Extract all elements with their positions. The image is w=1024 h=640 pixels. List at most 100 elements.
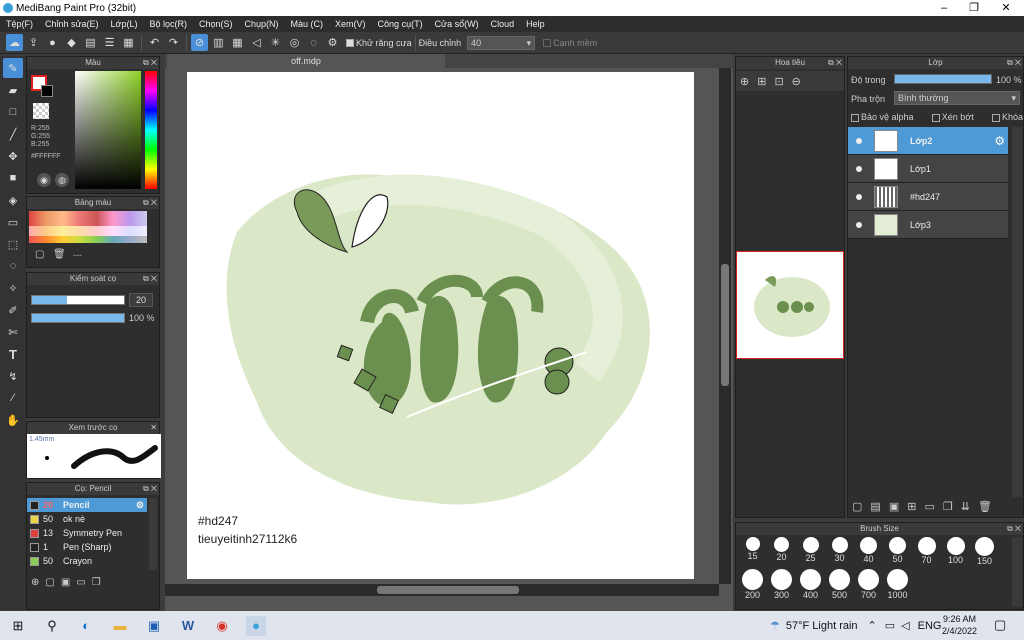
folder-icon[interactable]: ▭ bbox=[924, 501, 942, 513]
new-layer-1bit-icon[interactable]: ▣ bbox=[889, 501, 907, 513]
eye-icon[interactable] bbox=[856, 193, 862, 200]
clock[interactable]: 9:26 AM 2/4/2022 bbox=[942, 613, 977, 637]
folder-icon[interactable]: ▭ bbox=[76, 577, 91, 588]
layer-opacity-slider[interactable] bbox=[894, 74, 992, 84]
size-cell[interactable]: 20 bbox=[767, 537, 796, 565]
gear-icon[interactable]: ⚙ bbox=[136, 500, 144, 511]
list-icon[interactable]: ☰ bbox=[101, 34, 118, 51]
drawing-canvas[interactable]: #hd247 tieuyeitinh27112k6 bbox=[187, 72, 694, 579]
size-cell[interactable]: 700 bbox=[854, 569, 883, 601]
eye-icon[interactable] bbox=[856, 137, 862, 144]
chat-icon[interactable]: ◆ bbox=[63, 34, 80, 51]
canvas-horizontal-scrollbar[interactable] bbox=[165, 584, 719, 596]
layer-item[interactable]: #hd247 bbox=[848, 183, 1008, 211]
size-cell[interactable]: 150 bbox=[970, 537, 999, 566]
merge-layer-icon[interactable]: ⇊ bbox=[961, 501, 978, 513]
undo-icon[interactable]: ↶ bbox=[146, 34, 163, 51]
zoom-out-icon[interactable]: ⊖ bbox=[792, 75, 801, 88]
notification-icon[interactable]: ▢ bbox=[994, 617, 1006, 633]
color-square[interactable] bbox=[75, 71, 141, 189]
menu-help[interactable]: Help bbox=[520, 19, 551, 29]
duplicate-layer-icon[interactable]: ❐ bbox=[943, 501, 961, 513]
minimize-button[interactable]: – bbox=[928, 0, 960, 16]
dropper-tool-icon[interactable]: ⁄ bbox=[3, 388, 23, 408]
brush-settings-icon[interactable]: ▣ bbox=[61, 577, 76, 588]
brush-item[interactable]: 1 Pen (Sharp) bbox=[27, 540, 147, 554]
panel-close-icon[interactable]: ⧉ ✕ bbox=[143, 273, 157, 285]
delete-palette-icon[interactable]: 🗑 bbox=[53, 249, 66, 260]
menu-snap[interactable]: Chụp(N) bbox=[239, 19, 285, 29]
panel-close-icon[interactable]: ⧉ ✕ bbox=[1007, 523, 1021, 535]
snap-perspective-icon[interactable]: ◁ bbox=[248, 34, 265, 51]
layer-item[interactable]: Lớp3 bbox=[848, 211, 1008, 239]
close-button[interactable]: ✕ bbox=[990, 0, 1022, 16]
menu-file[interactable]: Tệp(F) bbox=[0, 19, 39, 29]
new-layer-8bit-icon[interactable]: ▤ bbox=[870, 501, 888, 513]
snap-settings-icon[interactable]: ⚙ bbox=[324, 34, 341, 51]
rect-tool-icon[interactable]: □ bbox=[3, 102, 23, 122]
size-cell[interactable]: 50 bbox=[883, 537, 912, 565]
blend-mode-select[interactable]: Bình thường ▾ bbox=[894, 91, 1020, 105]
menu-tools[interactable]: Công cụ(T) bbox=[372, 19, 429, 29]
file-explorer-icon[interactable]: ▬ bbox=[110, 616, 130, 636]
snap-grid-icon[interactable]: ▦ bbox=[229, 34, 246, 51]
brush-list-scrollbar[interactable] bbox=[149, 498, 157, 570]
eye-icon[interactable] bbox=[856, 165, 862, 172]
move-tool-icon[interactable]: ✥ bbox=[3, 146, 23, 166]
zoom-in-icon[interactable]: ⊕ bbox=[740, 75, 749, 88]
select-eraser-icon[interactable]: ✄ bbox=[3, 322, 23, 342]
size-cell[interactable]: 1000 bbox=[883, 569, 912, 601]
palette-icon[interactable]: ◉ bbox=[37, 173, 51, 187]
add-brush-icon[interactable]: ⊕ bbox=[31, 577, 45, 588]
size-cell[interactable]: 40 bbox=[854, 537, 883, 565]
brush-item[interactable]: 20 Pencil ⚙ bbox=[27, 498, 147, 512]
menu-filter[interactable]: Bộ lọc(R) bbox=[143, 19, 193, 29]
size-cell[interactable]: 500 bbox=[825, 569, 854, 601]
antialias-toggle[interactable]: Khử răng cưa bbox=[346, 38, 412, 48]
panel-close-icon[interactable]: ⧉ ✕ bbox=[143, 197, 157, 209]
new-palette-icon[interactable]: ▢ bbox=[35, 249, 44, 260]
size-cell[interactable]: 15 bbox=[738, 537, 767, 565]
language-indicator[interactable]: ENG bbox=[918, 620, 942, 632]
grid-icon[interactable]: ▦ bbox=[120, 34, 137, 51]
panel-close-icon[interactable]: ⧉ ✕ bbox=[143, 483, 157, 495]
select-pen-icon[interactable]: ✐ bbox=[3, 300, 23, 320]
size-cell[interactable]: 200 bbox=[738, 569, 767, 601]
bucket-tool-icon[interactable]: ◈ bbox=[3, 190, 23, 210]
size-cell[interactable]: 30 bbox=[825, 537, 854, 565]
eye-icon[interactable] bbox=[856, 221, 862, 228]
medibang-app-icon[interactable]: ● bbox=[246, 615, 266, 636]
lock-toggle[interactable]: Khóa bbox=[991, 112, 1023, 122]
protect-alpha-checkbox[interactable] bbox=[851, 113, 859, 122]
hand-tool-icon[interactable]: ✋ bbox=[3, 410, 23, 430]
soft-edge-toggle[interactable]: Cạnh mềm bbox=[543, 38, 597, 48]
background-color[interactable] bbox=[41, 85, 53, 97]
clip-toggle[interactable]: Xén bớt bbox=[931, 112, 974, 122]
fill-rect-icon[interactable]: ■ bbox=[3, 168, 23, 188]
canvas-vertical-scrollbar[interactable] bbox=[719, 68, 731, 584]
hue-slider[interactable] bbox=[145, 71, 157, 189]
brush-tool-icon[interactable]: ✎ bbox=[3, 58, 23, 78]
windows-start-icon[interactable]: ⊞ bbox=[8, 616, 28, 636]
menu-edit[interactable]: Chỉnh sửa(E) bbox=[39, 19, 105, 29]
gear-icon[interactable]: ⚙ bbox=[994, 134, 1005, 148]
zoom-actual-icon[interactable]: ⊡ bbox=[774, 75, 783, 88]
brush-opacity-slider[interactable] bbox=[31, 313, 125, 323]
restore-button[interactable]: ❐ bbox=[958, 0, 990, 16]
eraser-tool-icon[interactable]: ▰ bbox=[3, 80, 23, 100]
layer-scrollbar[interactable] bbox=[1012, 127, 1022, 497]
volume-icon[interactable]: ◁ bbox=[901, 619, 909, 632]
snap-radial-icon[interactable]: ✳ bbox=[267, 34, 284, 51]
search-icon[interactable]: ⚲ bbox=[42, 616, 62, 636]
antialias-checkbox[interactable] bbox=[346, 39, 354, 48]
pen-tool-icon[interactable]: ╱ bbox=[3, 124, 23, 144]
menu-layer[interactable]: Lớp(L) bbox=[105, 19, 144, 29]
duplicate-brush-icon[interactable]: ▢ bbox=[45, 577, 60, 588]
brush-size-scrollbar[interactable] bbox=[1012, 537, 1022, 607]
panel-close-icon[interactable]: ⧉ ✕ bbox=[143, 57, 157, 69]
snap-parallel-icon[interactable]: ▥ bbox=[210, 34, 227, 51]
layer-item[interactable]: Lớp1 bbox=[848, 155, 1008, 183]
snap-curve-icon[interactable]: ◌ bbox=[305, 34, 322, 51]
menu-select[interactable]: Chọn(S) bbox=[193, 19, 239, 29]
weather-text[interactable]: 57°F Light rain bbox=[786, 620, 858, 632]
